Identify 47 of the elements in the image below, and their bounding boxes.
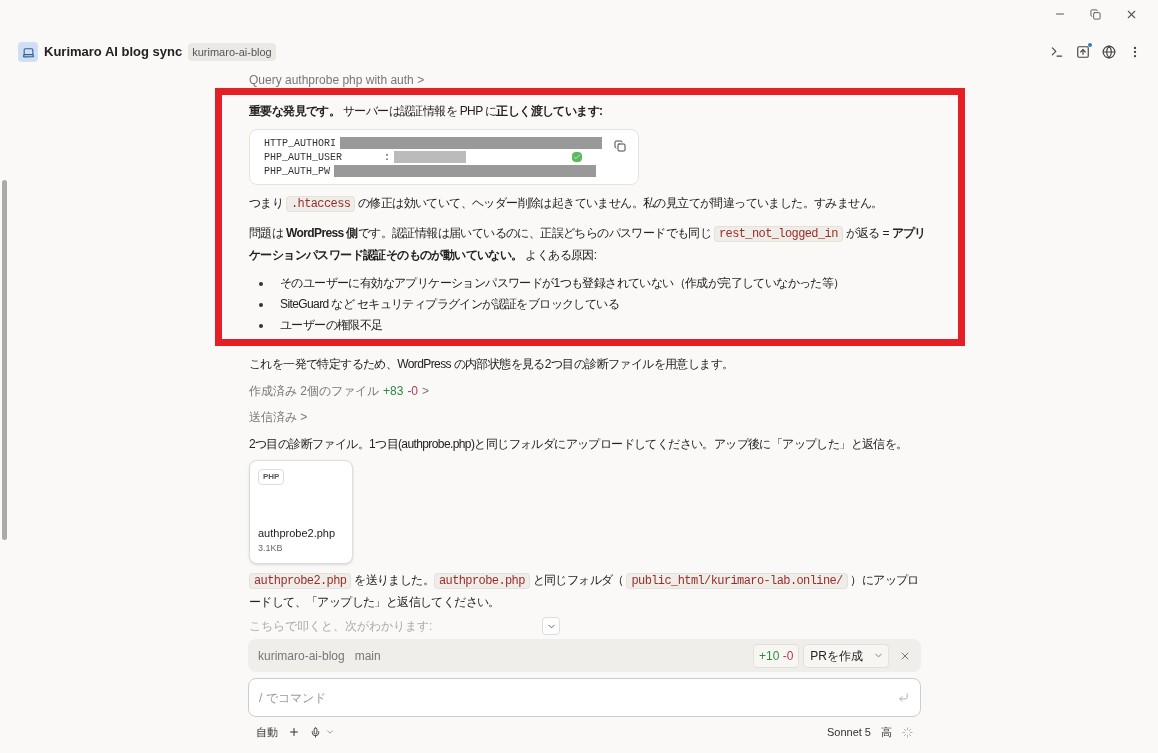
repo-badge: kurimaro-ai-blog [188, 42, 276, 62]
sent-link[interactable]: 送信済み > [249, 408, 920, 426]
inline-code: rest_not_logged_in [713, 226, 843, 242]
paragraph: 2つ目の診断ファイル。1つ目(authprobe.php)と同じフォルダにアップロードしてください。アップ後に「アップした」と返信を。 [249, 436, 909, 453]
paragraph: authprobe2.php を送りました。 authprobe.php と同じフォルダ（ public_html/kurimaro-lab.online/ ）にアップロードして、「アップした」と返信してください。 [249, 572, 920, 611]
upload-icon[interactable] [1076, 45, 1090, 59]
bullet-icon [259, 281, 263, 286]
code-line: PHP_AUTH_PW [264, 164, 330, 179]
command-input[interactable]: / でコマンド [248, 678, 921, 717]
tool-step-link[interactable]: Query authprobe php with auth > [249, 72, 425, 88]
effort-button[interactable]: 高 [881, 723, 892, 741]
mode-button[interactable]: 自動 [256, 723, 278, 741]
inline-code: authprobe.php [433, 573, 530, 589]
repo-name: kurimaro-ai-blog [258, 647, 345, 665]
inline-code: authprobe2.php [249, 573, 352, 589]
diff-stat: +10 -0 [752, 643, 800, 668]
paragraph: これを一発で特定するため、WordPress の内部状態を見る2つ目の診断ファイルを用意します。 [249, 356, 735, 373]
inline-code: .htaccess [285, 196, 356, 212]
bullet-icon [259, 323, 263, 328]
inline-code: public_html/kurimaro-lab.online/ [626, 573, 848, 589]
file-card[interactable]: PHP authprobe2.php 3.1KB [249, 460, 353, 564]
created-files-link[interactable]: 作成済み 2個のファイル +83 -0 > [249, 382, 920, 400]
spinner-icon [902, 726, 913, 738]
branch-name: main [354, 647, 381, 665]
bullet-text: SiteGuard など セキュリティプラグインが認証をブロックしている [280, 296, 620, 313]
restore-icon[interactable] [1090, 8, 1101, 20]
code-line: HTTP_AUTHORI [264, 136, 336, 151]
terminal-icon[interactable] [1050, 45, 1064, 59]
window-title: Kurimaro AI blog sync [44, 43, 183, 62]
intro-text: 重要な発見です。 サーバーは認証情報を PHP に正しく渡しています: [249, 103, 604, 120]
code-line: PHP_AUTH_USER : [264, 150, 391, 165]
laptop-badge-icon [18, 42, 38, 62]
file-type-badge: PHP [258, 469, 285, 485]
microphone-icon[interactable] [310, 726, 321, 738]
scrollbar-drawing[interactable] [2, 180, 7, 540]
file-size: 3.1KB [258, 541, 284, 555]
plus-icon[interactable] [288, 726, 300, 738]
bullet-text: そのユーザーに有効なアプリケーションパスワードが1つも登録されていない（作成が完了していなかった等） [280, 275, 845, 292]
paragraph: つまり .htaccess の修正は効いていて、ヘッダー削除は起きていません。私の見立てが間違っていました。すみません。 [249, 195, 884, 214]
file-name: authprobe2.php [258, 526, 337, 541]
copy-icon[interactable] [614, 140, 626, 152]
faded-hint-text: こちらで叩くと、次がわかります: [249, 618, 433, 635]
paragraph: 問題は WordPress 側です。認証情報は届いているのに、正誤どちらのパスワードでも同じ rest_not_logged_in が返る = アプリケーションパスワード認証そのものが動いていない。 よくある原因: [249, 225, 927, 264]
bullet-text: ユーザーの権限不足 [280, 317, 383, 334]
bullet-icon [259, 302, 263, 307]
globe-icon[interactable] [1102, 45, 1116, 59]
model-button[interactable]: Sonnet 5 [826, 723, 871, 741]
